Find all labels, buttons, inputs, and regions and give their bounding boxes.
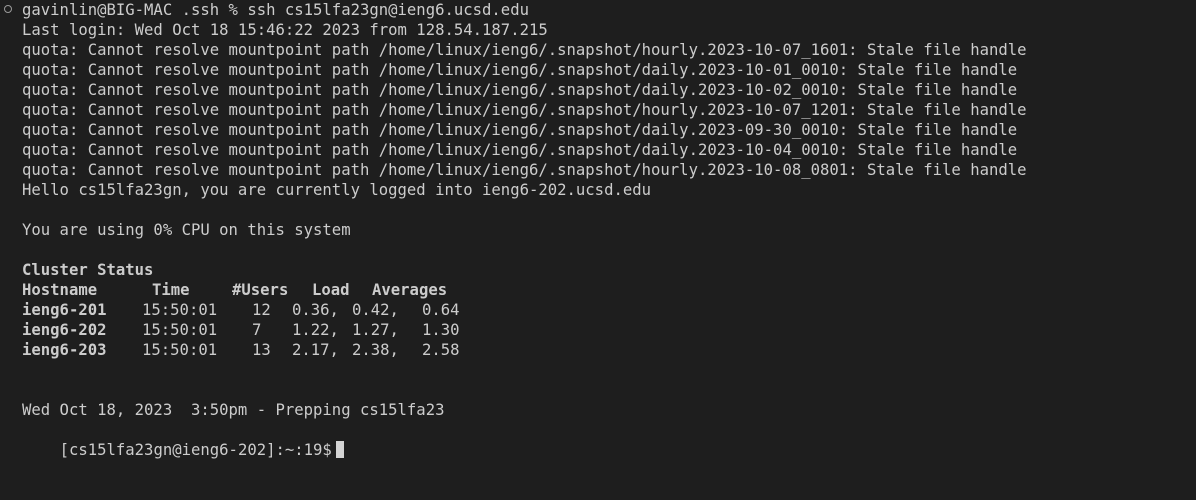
header-users: #Users bbox=[232, 281, 289, 299]
row-users: 13 bbox=[252, 341, 271, 359]
table-row: ieng6-203 15:50:01 13 2.17, 2.38, 2.58 bbox=[22, 340, 522, 360]
motd-line: Wed Oct 18, 2023 3:50pm - Prepping cs15l… bbox=[22, 401, 445, 419]
cpu-usage-line: You are using 0% CPU on this system bbox=[22, 221, 351, 239]
local-command-row: gavinlin@BIG-MAC .ssh % ssh cs15lfa23gn@… bbox=[0, 0, 1196, 20]
row-users: 7 bbox=[252, 321, 262, 339]
row-hostname: ieng6-202 bbox=[22, 321, 107, 339]
row-load-15: 1.30 bbox=[422, 321, 460, 339]
row-time: 15:50:01 bbox=[142, 321, 218, 339]
terminal-window[interactable]: gavinlin@BIG-MAC .ssh % ssh cs15lfa23gn@… bbox=[0, 0, 1196, 459]
header-averages: Averages bbox=[372, 281, 448, 299]
quota-warning-line: quota: Cannot resolve mountpoint path /h… bbox=[22, 161, 1027, 179]
last-login-line: Last login: Wed Oct 18 15:46:22 2023 fro… bbox=[22, 21, 548, 39]
quota-warning-line: quota: Cannot resolve mountpoint path /h… bbox=[22, 81, 1018, 99]
row-hostname: ieng6-203 bbox=[22, 341, 107, 359]
greeting-line: Hello cs15lfa23gn, you are currently log… bbox=[22, 181, 652, 199]
row-time: 15:50:01 bbox=[142, 341, 218, 359]
row-load-15: 2.58 bbox=[422, 341, 460, 359]
row-load-15: 0.64 bbox=[422, 301, 460, 319]
row-load-5: 1.27, bbox=[352, 321, 399, 339]
cluster-status-title: Cluster Status bbox=[22, 261, 154, 279]
cluster-table-header: Hostname Time #Users Load Averages bbox=[22, 280, 522, 300]
remote-prompt-line[interactable]: [cs15lfa23gn@ieng6-202]:~:19$ bbox=[22, 420, 344, 459]
row-time: 15:50:01 bbox=[142, 301, 218, 319]
row-load-5: 0.42, bbox=[352, 301, 399, 319]
header-hostname: Hostname bbox=[22, 281, 98, 299]
header-load: Load bbox=[312, 281, 350, 299]
row-hostname: ieng6-201 bbox=[22, 301, 107, 319]
quota-warning-line: quota: Cannot resolve mountpoint path /h… bbox=[22, 101, 1027, 119]
quota-warning-line: quota: Cannot resolve mountpoint path /h… bbox=[22, 41, 1027, 59]
quota-warning-line: quota: Cannot resolve mountpoint path /h… bbox=[22, 61, 1018, 79]
row-load-1: 1.22, bbox=[292, 321, 339, 339]
table-row: ieng6-202 15:50:01 7 1.22, 1.27, 1.30 bbox=[22, 320, 522, 340]
quota-warning-line: quota: Cannot resolve mountpoint path /h… bbox=[22, 121, 1018, 139]
local-ssh-command: gavinlin@BIG-MAC .ssh % ssh cs15lfa23gn@… bbox=[22, 1, 529, 19]
header-time: Time bbox=[152, 281, 190, 299]
row-load-1: 2.17, bbox=[292, 341, 339, 359]
table-row: ieng6-201 15:50:01 12 0.36, 0.42, 0.64 bbox=[22, 300, 522, 320]
command-marker-icon[interactable] bbox=[4, 5, 12, 13]
row-users: 12 bbox=[252, 301, 271, 319]
row-load-1: 0.36, bbox=[292, 301, 339, 319]
row-load-5: 2.38, bbox=[352, 341, 399, 359]
quota-warning-line: quota: Cannot resolve mountpoint path /h… bbox=[22, 141, 1018, 159]
